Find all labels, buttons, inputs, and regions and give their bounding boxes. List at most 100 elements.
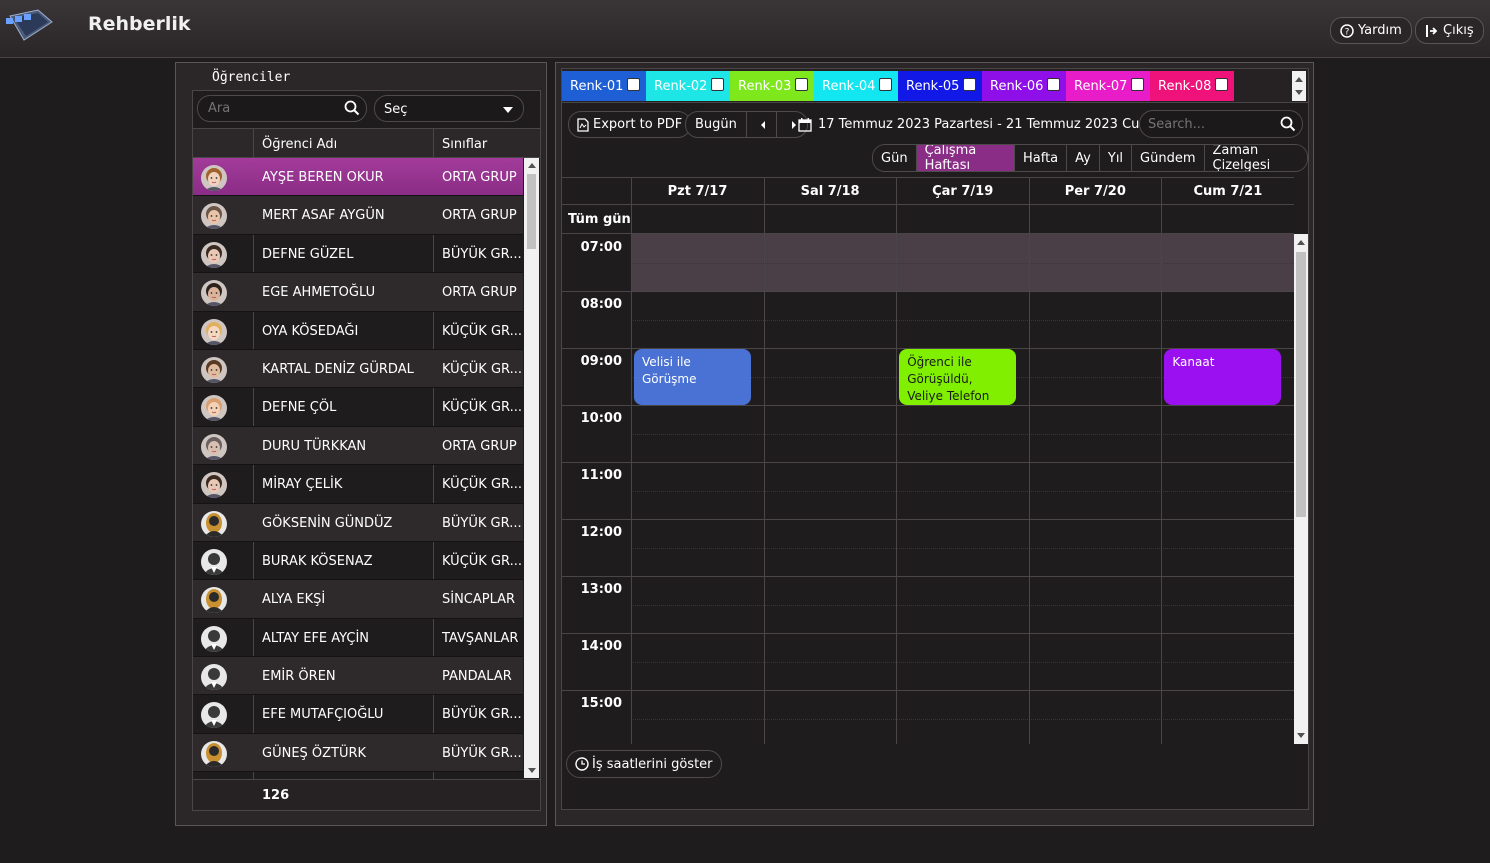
help-button[interactable]: ? Yardım (1330, 17, 1412, 44)
student-name: EFE MUTAFÇIOĞLU (262, 707, 384, 723)
table-row[interactable]: EMİR ÖREN PANDALAR (193, 657, 523, 696)
view-tab[interactable]: Çalışma Haftası (916, 145, 1015, 171)
student-search[interactable] (197, 95, 367, 122)
all-day-cell[interactable] (896, 205, 1028, 234)
view-tab[interactable]: Gündem (1132, 145, 1205, 171)
resource-checkbox[interactable] (627, 78, 640, 91)
resource-checkbox[interactable] (963, 78, 976, 91)
hour-line (562, 462, 1294, 463)
table-row[interactable]: ALYA EKŞİ SİNCAPLAR (193, 580, 523, 619)
table-row[interactable]: MİRAY ÇELİK KÜÇÜK GR... (193, 465, 523, 504)
scheduler-search-input[interactable] (1148, 117, 1268, 132)
view-tab[interactable]: Yıl (1099, 145, 1133, 171)
student-name: OYA KÖSEDAĞI (262, 323, 359, 339)
view-tab[interactable]: Gün (873, 145, 917, 171)
table-row[interactable]: DEFNE GÜZEL BÜYÜK GR... (193, 235, 523, 274)
resource-filter-4[interactable]: Renk-04 (814, 71, 898, 101)
scheduler-search[interactable] (1139, 110, 1303, 138)
student-search-input[interactable] (208, 101, 338, 116)
students-panel: Öğrenciler Seç Öğrenci Adı Sınıflar AYŞE… (175, 62, 547, 826)
scroll-down-arrow-icon[interactable] (1295, 90, 1303, 95)
all-day-cell[interactable] (763, 205, 896, 234)
table-row[interactable]: MERT ASAF AYGÜN ORTA GRUP (193, 196, 523, 235)
logout-button[interactable]: Çıkış (1415, 17, 1484, 44)
view-tab[interactable]: Hafta (1015, 145, 1068, 171)
resource-label: Renk-01 (570, 79, 624, 94)
resource-checkbox[interactable] (1215, 78, 1228, 91)
resource-scrollbar[interactable] (1292, 71, 1306, 101)
resource-checkbox[interactable] (879, 78, 892, 91)
table-row[interactable]: GÖKSENİN GÜNDÜZ BÜYÜK GR... (193, 503, 523, 542)
view-tab[interactable]: Ay (1067, 145, 1100, 171)
avatar (201, 433, 227, 460)
day-header[interactable]: Per 7/20 (1028, 178, 1161, 206)
calendar-scrollbar[interactable] (1294, 234, 1308, 744)
hour-line (562, 405, 1294, 406)
table-row[interactable]: OYA KÖSEDAĞI KÜÇÜK GR... (193, 312, 523, 350)
business-hours-button[interactable]: İş saatlerini göster (566, 750, 722, 778)
appointment[interactable]: Öğrenci ile Görüşüldü, Veliye Telefon (899, 349, 1016, 405)
resource-filter-7[interactable]: Renk-07 (1066, 71, 1150, 101)
day-divider (896, 234, 898, 744)
export-pdf-button[interactable]: Export to PDF (568, 111, 692, 138)
table-row[interactable]: EFE MUTAFÇIOĞLU BÜYÜK GR... (193, 695, 523, 734)
scroll-down-arrow-icon[interactable] (528, 768, 536, 773)
business-hours-label: İş saatlerini göster (592, 756, 713, 772)
table-row[interactable]: AYŞE BEREN OKUR ORTA GRUP (193, 158, 523, 197)
search-icon[interactable] (344, 100, 360, 116)
student-class: TAVŞANLAR (442, 630, 519, 646)
nav-group: Bugün (685, 111, 808, 138)
all-day-cell[interactable] (631, 205, 763, 234)
day-header[interactable]: Sal 7/18 (763, 178, 896, 206)
day-header[interactable]: Çar 7/19 (896, 178, 1028, 206)
class-filter-select[interactable]: Seç (374, 95, 524, 122)
table-row[interactable]: ALTAY EFE AYÇİN TAVŞANLAR (193, 619, 523, 658)
table-row[interactable]: GÜNEŞ ÖZTÜRK BÜYÜK GR... (193, 733, 523, 773)
student-name: DEFNE ÇÖL (262, 400, 337, 416)
resource-checkbox[interactable] (1131, 78, 1144, 91)
appointment[interactable]: Velisi ile Görüşme (634, 349, 751, 405)
resource-label: Renk-04 (822, 79, 876, 94)
prev-button[interactable] (751, 112, 777, 137)
day-header[interactable]: Pzt 7/17 (631, 178, 763, 206)
scroll-up-arrow-icon[interactable] (528, 163, 536, 168)
resource-filter-8[interactable]: Renk-08 (1150, 71, 1234, 101)
table-row[interactable]: DURU TÜRKKAN ORTA GRUP (193, 426, 523, 466)
scroll-up-arrow-icon[interactable] (1297, 240, 1305, 245)
search-icon[interactable] (1280, 116, 1296, 132)
scrollbar-thumb[interactable] (527, 174, 536, 249)
col-header-class[interactable]: Sınıflar (442, 137, 487, 152)
all-day-cell[interactable] (1161, 205, 1293, 234)
date-range-label: 17 Temmuz 2023 Pazartesi - 21 Temmuz 202… (818, 117, 1161, 132)
table-row[interactable]: EGE AHMETOĞLU ORTA GRUP (193, 273, 523, 312)
resource-checkbox[interactable] (795, 78, 808, 91)
resource-filter-1[interactable]: Renk-01 (562, 71, 646, 101)
scroll-down-arrow-icon[interactable] (1297, 733, 1305, 738)
resource-filter-2[interactable]: Renk-02 (646, 71, 730, 101)
view-tab[interactable]: Zaman Çizelgesi (1204, 145, 1307, 171)
resource-checkbox[interactable] (1047, 78, 1060, 91)
scrollbar-thumb[interactable] (1296, 252, 1306, 517)
day-header[interactable]: Cum 7/21 (1161, 178, 1293, 206)
resource-filter-3[interactable]: Renk-03 (730, 71, 814, 101)
resource-checkbox[interactable] (711, 78, 724, 91)
date-range-picker[interactable]: 17 Temmuz 2023 Pazartesi - 21 Temmuz 202… (798, 117, 1160, 132)
resource-filter-6[interactable]: Renk-06 (982, 71, 1066, 101)
avatar (201, 280, 227, 307)
table-row[interactable]: BURAK KÖSENAZ KÜÇÜK GR... (193, 542, 523, 581)
table-row[interactable]: KARTAL DENİZ GÜRDAL KÜÇÜK GR... (193, 349, 523, 389)
table-row[interactable]: DEFNE ÇÖL KÜÇÜK GR... (193, 388, 523, 427)
scroll-up-arrow-icon[interactable] (1295, 77, 1303, 82)
students-scrollbar[interactable] (524, 158, 539, 778)
student-class: KÜÇÜK GR... (442, 323, 522, 339)
col-header-name[interactable]: Öğrenci Adı (262, 137, 337, 152)
appointment[interactable]: Kanaat (1164, 349, 1282, 405)
all-day-cell[interactable] (1028, 205, 1161, 234)
student-class: ORTA GRUP (442, 208, 517, 224)
view-switcher: Gün Çalışma Haftası Hafta Ay Yıl Gündem Zaman … (872, 144, 1308, 172)
today-button[interactable]: Bugün (686, 112, 747, 137)
help-label: Yardım (1358, 23, 1402, 38)
calendar-body[interactable]: 07:00 08:00 09:00 10:00 11:00 12:00 13:00 14:00… (562, 234, 1308, 744)
resource-filter-5[interactable]: Renk-05 (898, 71, 982, 101)
day-divider (763, 234, 765, 744)
